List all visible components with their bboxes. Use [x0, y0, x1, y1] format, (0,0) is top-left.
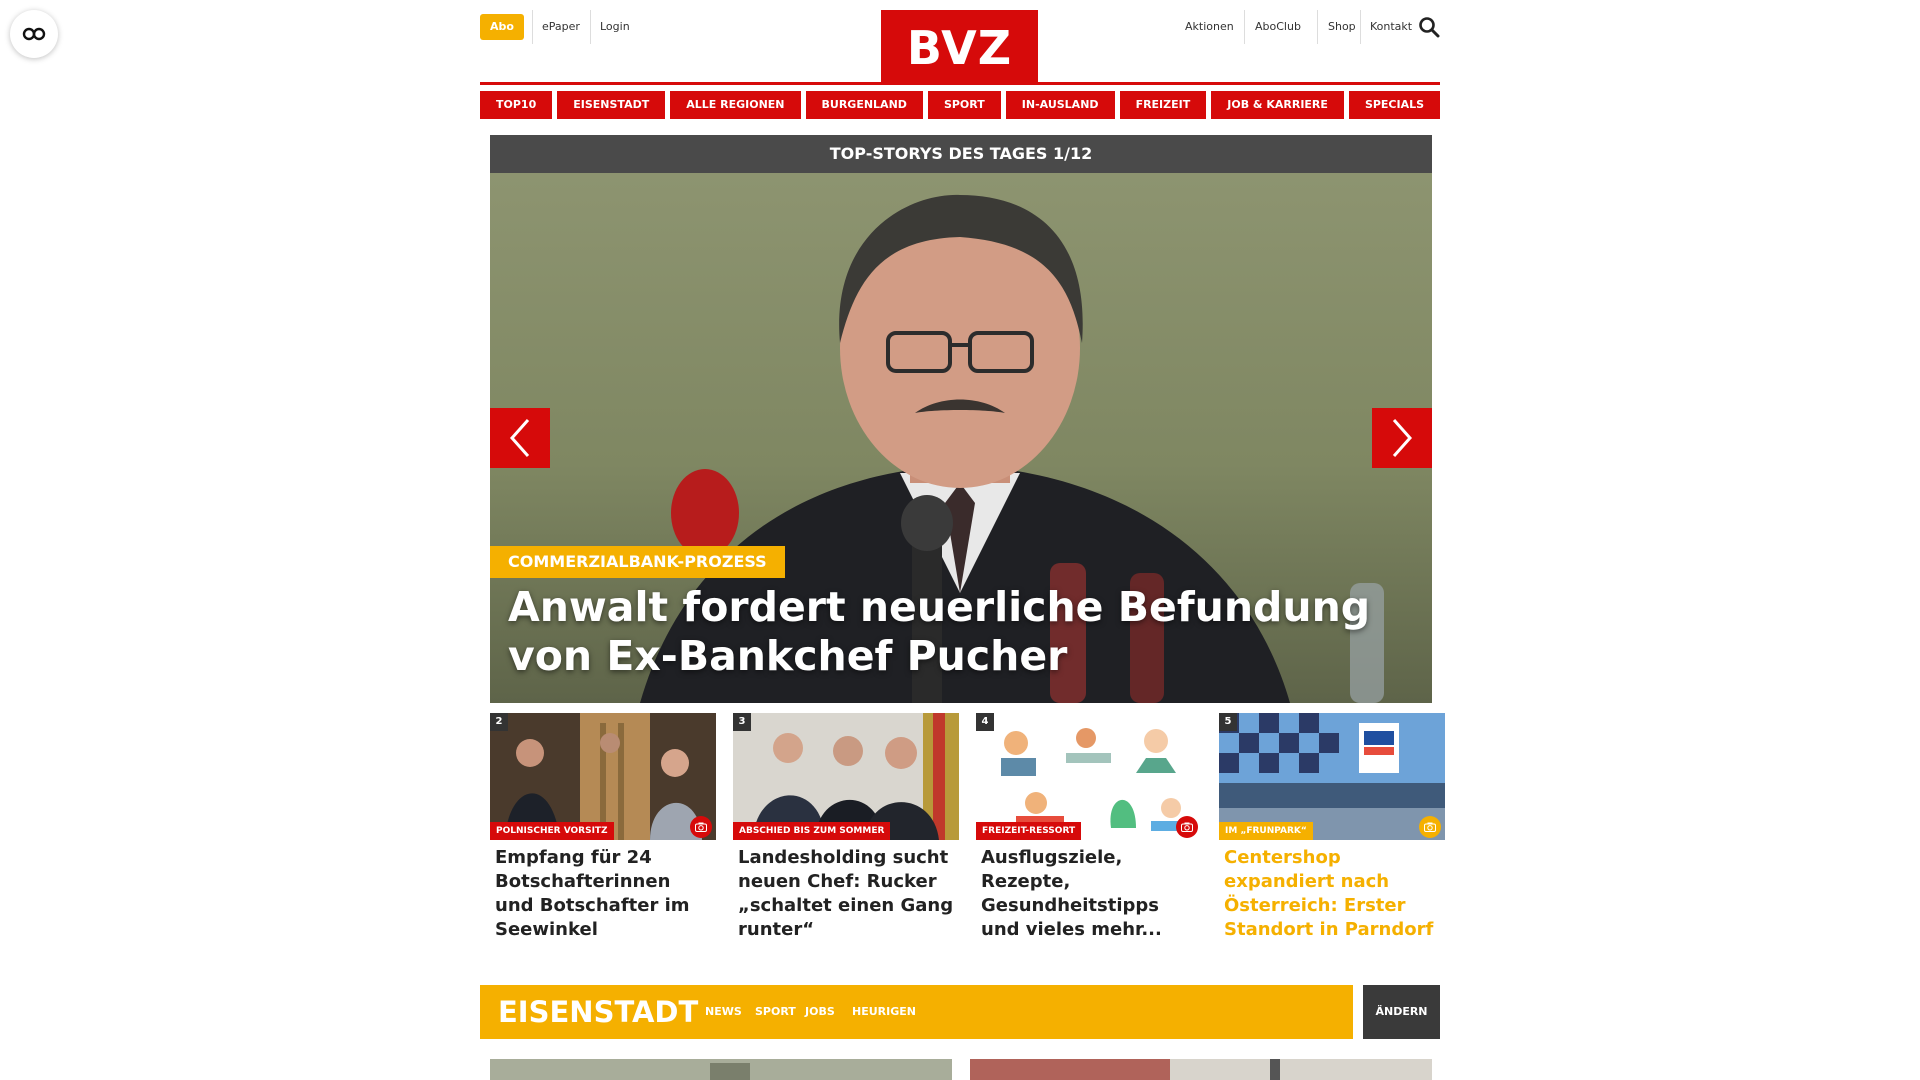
card-headline[interactable]: Landesholding sucht neuen Chef: Rucker „…: [733, 840, 959, 942]
region-link-news[interactable]: NEWS: [705, 985, 742, 1039]
nav-item-job-karriere[interactable]: JOB & KARRIERE: [1211, 91, 1344, 119]
kontakt-link[interactable]: Kontakt: [1370, 14, 1412, 40]
nav-item-sport[interactable]: SPORT: [927, 91, 1001, 119]
card-number: 2: [490, 713, 508, 731]
nav-item-in-ausland[interactable]: IN-AUSLAND: [1005, 91, 1115, 119]
card-kicker: POLNISCHER VORSITZ: [490, 822, 614, 840]
aktionen-link[interactable]: Aktionen: [1185, 14, 1234, 40]
site-container: Abo ePaper Login BVZ Aktionen AboClub Sh…: [480, 0, 1445, 1080]
region-link-sport[interactable]: SPORT: [755, 985, 796, 1039]
site-header: Abo ePaper Login BVZ Aktionen AboClub Sh…: [480, 0, 1440, 85]
top-stories-header: TOP-STORYS DES TAGES 1/12: [490, 135, 1432, 173]
nav-item-eisenstadt[interactable]: EISENSTADT: [557, 91, 666, 119]
card-headline[interactable]: Centershop expandiert nach Österreich: E…: [1219, 840, 1445, 942]
accessibility-button[interactable]: [10, 10, 58, 58]
card-image: 4 FREIZEIT-RESSORT: [976, 713, 1202, 840]
card-image: 2 POLNISCHER VORSITZ: [490, 713, 716, 840]
divider: [1244, 10, 1245, 44]
chevron-right-icon: [1392, 419, 1413, 457]
region-teaser-image[interactable]: [490, 1059, 952, 1080]
camera-icon: [1419, 816, 1441, 838]
story-card[interactable]: 3 ABSCHIED BIS ZUM SOMMER Landesholding …: [733, 713, 959, 942]
accessibility-icon: [22, 27, 46, 41]
divider: [590, 10, 591, 44]
story-card[interactable]: 4 FREIZEIT-RESSORT Ausflugsziele, Rezept…: [976, 713, 1202, 942]
card-number: 4: [976, 713, 994, 731]
hero-kicker: COMMERZIALBANK-PROZESS: [490, 546, 785, 578]
aboclub-link[interactable]: AboClub: [1255, 14, 1301, 40]
card-image: 5 IM „FRUNPARK“: [1219, 713, 1445, 840]
card-kicker: FREIZEIT-RESSORT: [976, 822, 1082, 840]
shop-link[interactable]: Shop: [1328, 14, 1356, 40]
story-card[interactable]: 5 IM „FRUNPARK“ Centershop expandiert na…: [1219, 713, 1445, 942]
region-change-button[interactable]: ÄNDERN: [1363, 985, 1440, 1039]
card-kicker: ABSCHIED BIS ZUM SOMMER: [733, 822, 891, 840]
card-headline[interactable]: Ausflugsziele, Rezepte, Gesundheitstipps…: [976, 840, 1202, 942]
story-card[interactable]: 2 POLNISCHER VORSITZ Empfang für 24 Bots…: [490, 713, 716, 942]
region-link-heurigen[interactable]: HEURIGEN: [852, 985, 916, 1039]
nav-item-alle-regionen[interactable]: ALLE REGIONEN: [670, 91, 801, 119]
epaper-link[interactable]: ePaper: [542, 14, 580, 40]
nav-item-burgenland[interactable]: BURGENLAND: [805, 91, 923, 119]
card-image: 3 ABSCHIED BIS ZUM SOMMER: [733, 713, 959, 840]
region-teaser-image[interactable]: [970, 1059, 1432, 1080]
header-rule: [480, 82, 1440, 85]
bvz-logo[interactable]: BVZ: [881, 10, 1038, 84]
divider: [1317, 10, 1318, 44]
nav-item-top10[interactable]: TOP10: [480, 91, 553, 119]
main-navigation: TOP10 EISENSTADT ALLE REGIONEN BURGENLAN…: [480, 91, 1441, 119]
hero-headline[interactable]: Anwalt fordert neuerliche Befundung von …: [508, 583, 1408, 681]
camera-icon: [690, 816, 712, 838]
card-kicker: IM „FRUNPARK“: [1219, 822, 1313, 840]
card-number: 5: [1219, 713, 1237, 731]
region-title[interactable]: EISENSTADT: [498, 985, 698, 1039]
carousel-prev-button[interactable]: [490, 408, 550, 468]
region-link-jobs[interactable]: JOBS: [805, 985, 835, 1039]
card-headline[interactable]: Empfang für 24 Botschafterinnen und Bots…: [490, 840, 716, 942]
chevron-left-icon: [509, 419, 530, 457]
divider: [1360, 10, 1361, 44]
nav-item-specials[interactable]: SPECIALS: [1348, 91, 1441, 119]
abo-button[interactable]: Abo: [480, 14, 524, 40]
login-link[interactable]: Login: [600, 14, 630, 40]
divider: [532, 10, 533, 44]
nav-item-freizeit[interactable]: FREIZEIT: [1119, 91, 1207, 119]
hero-story[interactable]: COMMERZIALBANK-PROZESS Anwalt fordert ne…: [490, 173, 1432, 703]
region-bar: EISENSTADT NEWS SPORT JOBS HEURIGEN: [480, 985, 1353, 1039]
search-icon[interactable]: [1418, 16, 1440, 38]
card-number: 3: [733, 713, 751, 731]
carousel-next-button[interactable]: [1372, 408, 1432, 468]
camera-icon: [1176, 816, 1198, 838]
